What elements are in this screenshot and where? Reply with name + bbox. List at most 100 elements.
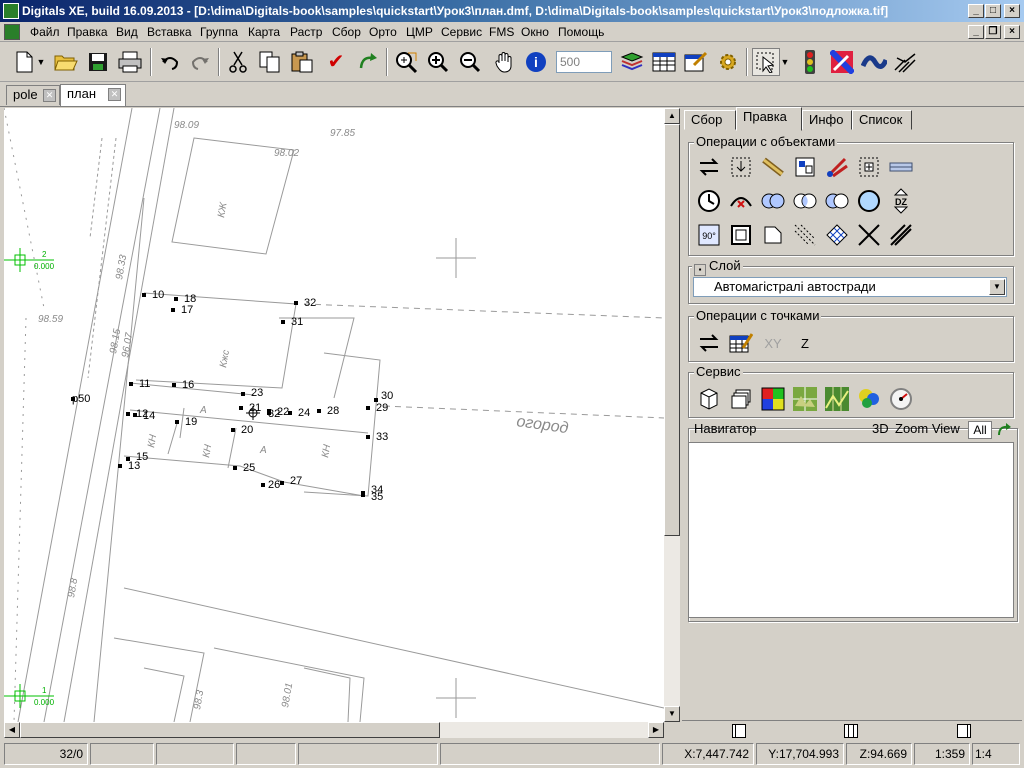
layout-single-icon[interactable] <box>732 724 746 738</box>
horizontal-bar-icon[interactable] <box>888 154 914 180</box>
navigator-3d-button[interactable]: 3D <box>872 421 889 437</box>
menu-map[interactable]: Карта <box>248 24 280 40</box>
gauge-icon[interactable] <box>888 386 914 412</box>
scroll-left-button[interactable]: ◀ <box>4 722 20 738</box>
close-icon[interactable]: ✕ <box>43 89 56 102</box>
survey-point-marker[interactable] <box>233 466 237 470</box>
minimize-button[interactable]: _ <box>968 4 984 18</box>
survey-point-marker[interactable] <box>231 428 235 432</box>
tab-plan[interactable]: план ✕ <box>60 84 126 106</box>
menu-edit[interactable]: Правка <box>67 24 108 40</box>
survey-point-marker[interactable] <box>361 493 365 497</box>
navigator-all-button[interactable]: All <box>968 421 992 439</box>
navigator-view[interactable] <box>688 442 1014 618</box>
print-icon[interactable] <box>116 48 144 76</box>
swap-icon[interactable] <box>696 330 722 356</box>
document-icon[interactable] <box>4 24 20 40</box>
save-icon[interactable] <box>84 48 112 76</box>
palette-icon[interactable] <box>856 386 882 412</box>
survey-point-marker[interactable] <box>118 464 122 468</box>
layout-double-icon[interactable] <box>844 724 858 738</box>
survey-point-marker[interactable] <box>239 406 243 410</box>
menu-dem[interactable]: ЦМР <box>406 24 433 40</box>
subtract-icon[interactable] <box>824 188 850 214</box>
undo-icon[interactable] <box>156 48 184 76</box>
survey-point-marker[interactable] <box>294 301 298 305</box>
tab-list[interactable]: Список <box>852 110 912 130</box>
scroll-thumb[interactable] <box>664 124 680 536</box>
scroll-down-button[interactable]: ▼ <box>664 706 680 722</box>
z-button[interactable]: Z <box>792 330 818 356</box>
survey-point-marker[interactable] <box>288 411 292 415</box>
zoom-out-icon[interactable] <box>456 48 484 76</box>
select-dropdown-icon[interactable]: ▼ <box>778 48 792 76</box>
parallel-lines-icon[interactable] <box>888 222 914 248</box>
select-cursor-icon[interactable] <box>752 48 780 76</box>
scroll-up-button[interactable]: ▲ <box>664 108 680 124</box>
menu-service[interactable]: Сервис <box>441 24 482 40</box>
survey-point-marker[interactable] <box>317 409 321 413</box>
rotate-90-icon[interactable]: 90° <box>696 222 722 248</box>
map-canvas[interactable]: 98.09 97.85 98.02 98.33 98.59 96.07 98.15 98.8 9… <box>4 108 664 722</box>
survey-point-marker[interactable] <box>175 420 179 424</box>
dz-icon[interactable]: DZ <box>888 188 914 214</box>
arc-delete-icon[interactable] <box>728 188 754 214</box>
xy-button[interactable]: XY <box>760 330 786 356</box>
horizontal-scrollbar[interactable]: ◀ ▶ <box>4 722 664 738</box>
survey-point-marker[interactable] <box>129 382 133 386</box>
survey-point-marker[interactable] <box>261 483 265 487</box>
redo-icon[interactable] <box>186 48 214 76</box>
survey-point-marker[interactable] <box>366 406 370 410</box>
table-icon[interactable] <box>650 48 678 76</box>
properties-icon[interactable] <box>682 48 710 76</box>
survey-point-marker[interactable] <box>281 320 285 324</box>
app-icon[interactable] <box>3 3 19 19</box>
swap-icon[interactable] <box>696 154 722 180</box>
frame-down-icon[interactable] <box>728 154 754 180</box>
survey-point-marker[interactable] <box>126 412 130 416</box>
survey-point-marker[interactable] <box>172 383 176 387</box>
tab-info[interactable]: Инфо <box>802 110 852 130</box>
tab-edit[interactable]: Правка <box>736 107 802 131</box>
chevron-down-icon[interactable]: ▼ <box>989 279 1005 295</box>
table-edit-icon[interactable] <box>728 330 754 356</box>
menu-view[interactable]: Вид <box>116 24 138 40</box>
layout-right-icon[interactable] <box>957 724 971 738</box>
survey-point-marker[interactable] <box>142 293 146 297</box>
vertical-scrollbar[interactable]: ▲ ▼ <box>664 108 680 722</box>
hatch-icon[interactable] <box>792 222 818 248</box>
polygon-icon[interactable] <box>760 222 786 248</box>
menu-fms[interactable]: FMS <box>489 24 514 40</box>
intersect-icon[interactable] <box>792 188 818 214</box>
check-icon[interactable]: ✔ <box>322 48 350 76</box>
survey-point-marker[interactable] <box>174 297 178 301</box>
menu-ortho[interactable]: Орто <box>369 24 397 40</box>
scale-input[interactable]: 500 <box>556 51 612 73</box>
traffic-light-icon[interactable] <box>796 48 824 76</box>
color-grid-icon[interactable] <box>760 386 786 412</box>
clock-icon[interactable] <box>696 188 722 214</box>
survey-point-marker[interactable] <box>241 392 245 396</box>
scroll-right-button[interactable]: ▶ <box>648 722 664 738</box>
raster-mosaic-icon[interactable] <box>824 386 850 412</box>
survey-point-marker[interactable] <box>171 308 175 312</box>
settings-icon[interactable] <box>714 48 742 76</box>
raster-tiles-icon[interactable] <box>792 386 818 412</box>
menu-insert[interactable]: Вставка <box>147 24 192 40</box>
crosshatch-icon[interactable] <box>824 222 850 248</box>
union-icon[interactable] <box>760 188 786 214</box>
square-frame-icon[interactable] <box>728 222 754 248</box>
tab-pole[interactable]: pole ✕ <box>6 85 60 105</box>
menu-help[interactable]: Помощь <box>558 24 604 40</box>
snap-icon[interactable] <box>892 48 920 76</box>
survey-point-marker[interactable] <box>280 481 284 485</box>
survey-point-marker[interactable] <box>366 435 370 439</box>
menu-collect[interactable]: Сбор <box>332 24 361 40</box>
map-drawing[interactable]: 98.0997.8598.0298.3398.5996.0798.1598.89… <box>4 108 664 722</box>
menu-file[interactable]: Файл <box>30 24 60 40</box>
open-folder-icon[interactable] <box>52 48 80 76</box>
bucket-icon[interactable] <box>696 386 722 412</box>
menu-group[interactable]: Группа <box>200 24 238 40</box>
chain-link-icon[interactable] <box>760 154 786 180</box>
draw-pen-icon[interactable] <box>828 48 856 76</box>
